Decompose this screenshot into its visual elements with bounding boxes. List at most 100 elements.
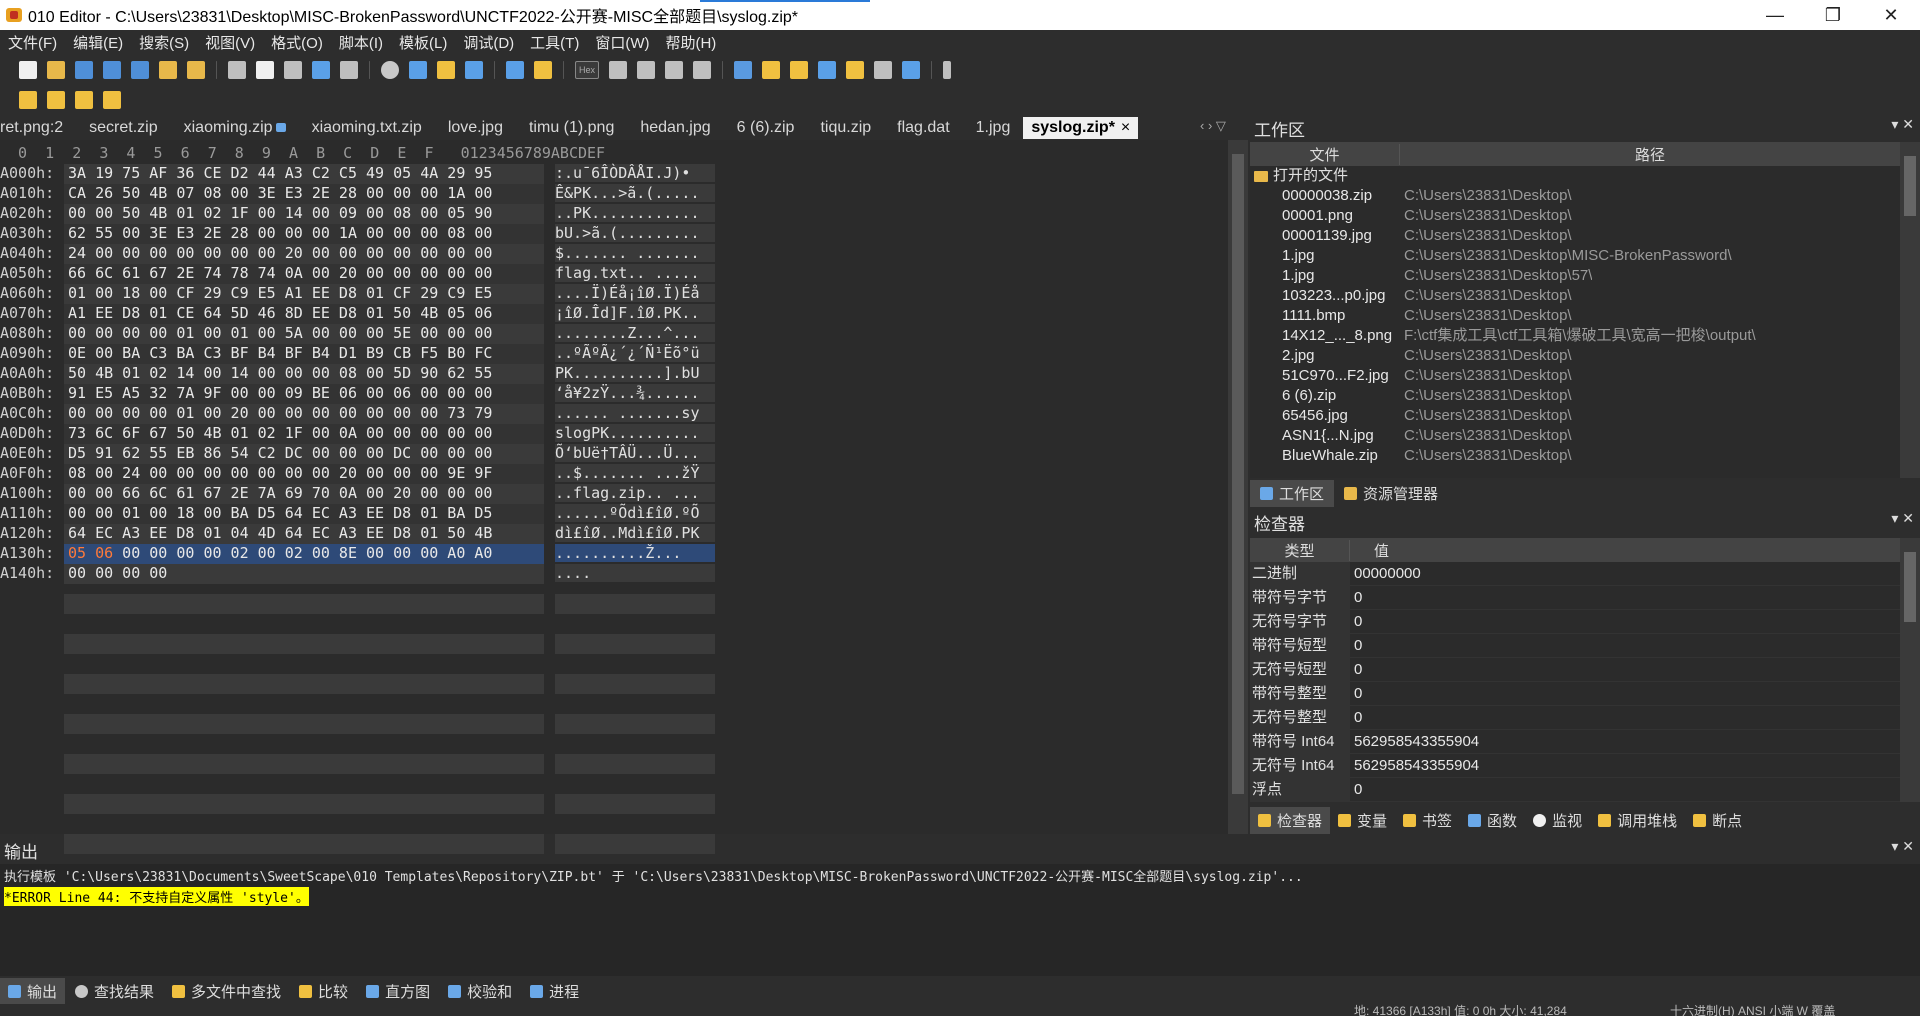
tab-file[interactable]: flag.dat [884, 119, 962, 137]
hex-ascii[interactable]: ..$....... ...žŸ [555, 464, 715, 482]
workspace-file-row[interactable]: 00001139.jpg C:\Users\23831\Desktop\ [1250, 226, 1900, 246]
inspector-value[interactable]: 0 [1350, 778, 1362, 801]
hex-bytes[interactable]: 73 6C 6F 67 50 4B 01 02 1F 00 0A 00 00 0… [64, 424, 544, 444]
menu-window[interactable]: 窗口(W) [587, 32, 657, 53]
hex-bytes[interactable]: CA 26 50 4B 07 08 00 3E E3 2E 28 00 00 0… [64, 184, 544, 204]
hex-bytes-rest[interactable]: 00 00 00 00 02 00 02 00 8E 00 00 00 A0 A… [113, 544, 492, 562]
tab-active[interactable]: syslog.zip* × [1023, 117, 1139, 139]
hex-row[interactable]: A0C0h: 00 00 00 00 01 00 20 00 00 00 00 0… [0, 404, 715, 424]
inspector-row[interactable]: 无符号字节 0 [1250, 610, 1900, 634]
tab-processes[interactable]: 进程 [522, 978, 587, 1005]
column-path[interactable]: 路径 [1400, 144, 1900, 165]
inspector-value[interactable]: 0 [1350, 682, 1362, 705]
inspector-row[interactable]: 无符号整型 0 [1250, 706, 1900, 730]
workspace-file-row[interactable]: 65456.jpg C:\Users\23831\Desktop\ [1250, 406, 1900, 426]
hex-ascii[interactable]: .... [555, 564, 715, 582]
column-type[interactable]: 类型 [1250, 539, 1350, 561]
save-icon[interactable] [75, 61, 93, 79]
panel-controls[interactable]: ▾ ✕ [1891, 116, 1914, 133]
template-3-icon[interactable] [75, 91, 93, 109]
template-4-icon[interactable] [103, 91, 121, 109]
hex-bytes[interactable]: 3A 19 75 AF 36 CE D2 44 A3 C2 C5 49 05 4… [64, 164, 544, 184]
redo-icon[interactable] [340, 61, 358, 79]
hex-mode-icon[interactable]: Hex [575, 61, 599, 79]
close-button[interactable]: ✕ [1862, 0, 1920, 30]
copy-icon[interactable] [256, 61, 274, 79]
menu-help[interactable]: 帮助(H) [657, 32, 724, 53]
hex-row[interactable]: A0B0h: 91 E5 A5 32 7A 9F 00 00 09 BE 06 0… [0, 384, 715, 404]
tab-file[interactable]: 6 (6).zip [724, 119, 808, 137]
hex-ascii[interactable]: $....... ....... [555, 244, 715, 262]
tab-bookmarks[interactable]: 书签 [1395, 807, 1460, 834]
calculator-icon[interactable] [734, 61, 752, 79]
tab-file[interactable]: xiaoming.txt.zip [299, 119, 435, 137]
hex-bytes[interactable]: D5 91 62 55 EB 86 54 C2 DC 00 00 00 DC 0… [64, 444, 544, 464]
hex-bytes[interactable]: 05 06 00 00 00 00 02 00 02 00 8E 00 00 0… [64, 544, 544, 564]
hex-row[interactable]: A100h: 00 00 66 6C 61 67 2E 7A 69 70 0A 0… [0, 484, 715, 504]
workspace-file-row[interactable]: 1.jpg C:\Users\23831\Desktop\MISC-BrokenP… [1250, 246, 1900, 266]
hex-ascii[interactable]: Õ‘bUë†TÂÜ...Ü... [555, 444, 715, 462]
panel-controls[interactable]: ▾ ✕ [1891, 838, 1914, 855]
hex-bytes[interactable]: A1 EE D8 01 CE 64 5D 46 8D EE D8 01 50 4… [64, 304, 544, 324]
inspector-row[interactable]: 无符号短型 0 [1250, 658, 1900, 682]
hex-ascii[interactable]: ¡îØ.Îd]F.îØ.PK.. [555, 304, 715, 322]
hex-row[interactable]: A030h: 62 55 00 3E E3 2E 28 00 00 00 1A 0… [0, 224, 715, 244]
workspace-file-row[interactable]: BlueWhale.zip C:\Users\23831\Desktop\ [1250, 446, 1900, 466]
workspace-file-row[interactable]: 6 (6).zip C:\Users\23831\Desktop\ [1250, 386, 1900, 406]
tab-file[interactable]: 1.jpg [963, 119, 1024, 137]
scroll-thumb[interactable] [1904, 156, 1916, 216]
hex-bytes[interactable]: 50 4B 01 02 14 00 14 00 00 00 08 00 5D 9… [64, 364, 544, 384]
hex-ascii[interactable]: ..flag.zip.. ... [555, 484, 715, 502]
hex-row[interactable]: A010h: CA 26 50 4B 07 08 00 3E E3 2E 28 0… [0, 184, 715, 204]
inspector-scrollbar[interactable] [1900, 538, 1920, 802]
find-in-files-icon[interactable] [437, 61, 455, 79]
hex-row[interactable]: A000h: 3A 19 75 AF 36 CE D2 44 A3 C2 C5 4… [0, 164, 715, 184]
inspector-value[interactable]: 0 [1350, 706, 1362, 729]
panel-controls[interactable]: ▾ ✕ [1891, 510, 1914, 527]
hex-bytes[interactable]: 00 00 00 00 01 00 20 00 00 00 00 00 00 0… [64, 404, 544, 424]
cut-icon[interactable] [228, 61, 246, 79]
tab-explorer[interactable]: 资源管理器 [1334, 480, 1448, 507]
column-value[interactable]: 值 [1350, 540, 1900, 561]
hex-ascii[interactable]: PK..........].bU [555, 364, 715, 382]
column-file[interactable]: 文件 [1250, 143, 1400, 165]
inspector-row[interactable]: 无符号 Int64 562958543355904 [1250, 754, 1900, 778]
open-folder-icon[interactable] [159, 61, 177, 79]
menu-edit[interactable]: 编辑(E) [65, 32, 131, 53]
menu-template[interactable]: 模板(L) [391, 32, 455, 53]
tab-call-stack[interactable]: 调用堆栈 [1590, 807, 1685, 834]
close-tab-icon[interactable]: × [1121, 119, 1130, 137]
checksum-icon[interactable] [846, 61, 864, 79]
hex-bytes[interactable]: 08 00 24 00 00 00 00 00 00 00 20 00 00 0… [64, 464, 544, 484]
workspace-scrollbar[interactable] [1900, 142, 1920, 478]
inspector-row[interactable]: 带符号字节 0 [1250, 586, 1900, 610]
hex-row[interactable]: A080h: 00 00 00 00 01 00 01 00 5A 00 00 0… [0, 324, 715, 344]
tab-breakpoints[interactable]: 断点 [1685, 807, 1750, 834]
new-file-icon[interactable] [19, 61, 37, 79]
hex-row[interactable]: A110h: 00 00 01 00 18 00 BA D5 64 EC A3 E… [0, 504, 715, 524]
tab-find-in-files[interactable]: 多文件中查找 [164, 978, 289, 1005]
hex-bytes[interactable]: 64 EC A3 EE D8 01 04 4D 64 EC A3 EE D8 0… [64, 524, 544, 544]
menu-view[interactable]: 视图(V) [197, 32, 263, 53]
workspace-file-row[interactable]: 00001.png C:\Users\23831\Desktop\ [1250, 206, 1900, 226]
workspace-file-row[interactable]: 103223...p0.jpg C:\Users\23831\Desktop\ [1250, 286, 1900, 306]
tab-functions[interactable]: 函数 [1460, 807, 1525, 834]
maximize-button[interactable]: ❐ [1804, 0, 1862, 30]
histogram-icon[interactable] [818, 61, 836, 79]
tab-checksum[interactable]: 校验和 [440, 978, 520, 1005]
inspector-value[interactable]: 0 [1350, 586, 1362, 609]
hex-ascii[interactable]: dì£îØ..Mdì£îØ.PK [555, 524, 715, 542]
workspace-file-row[interactable]: 14X12_..._8.png F:\ctf集成工具\ctf工具箱\爆破工具\宽高… [1250, 326, 1900, 346]
hex-row[interactable]: A120h: 64 EC A3 EE D8 01 04 4D 64 EC A3 E… [0, 524, 715, 544]
hex-bytes[interactable]: 00 00 00 00 01 00 01 00 5A 00 00 00 5E 0… [64, 324, 544, 344]
tab-file[interactable]: xiaoming.zip [171, 119, 299, 137]
swap-icon[interactable] [790, 61, 808, 79]
hex-ascii[interactable]: ..........Ž... [555, 544, 715, 562]
workspace-file-row[interactable]: 00000038.zip C:\Users\23831\Desktop\ [1250, 186, 1900, 206]
hex-ascii[interactable]: slogPK.......... [555, 424, 715, 442]
hex-bytes[interactable]: 00 00 00 00 [64, 564, 544, 584]
tab-compare[interactable]: 比较 [291, 978, 356, 1005]
columns-icon[interactable] [665, 61, 683, 79]
paste-icon[interactable] [284, 61, 302, 79]
hex-ascii[interactable]: ........Z...^... [555, 324, 715, 342]
